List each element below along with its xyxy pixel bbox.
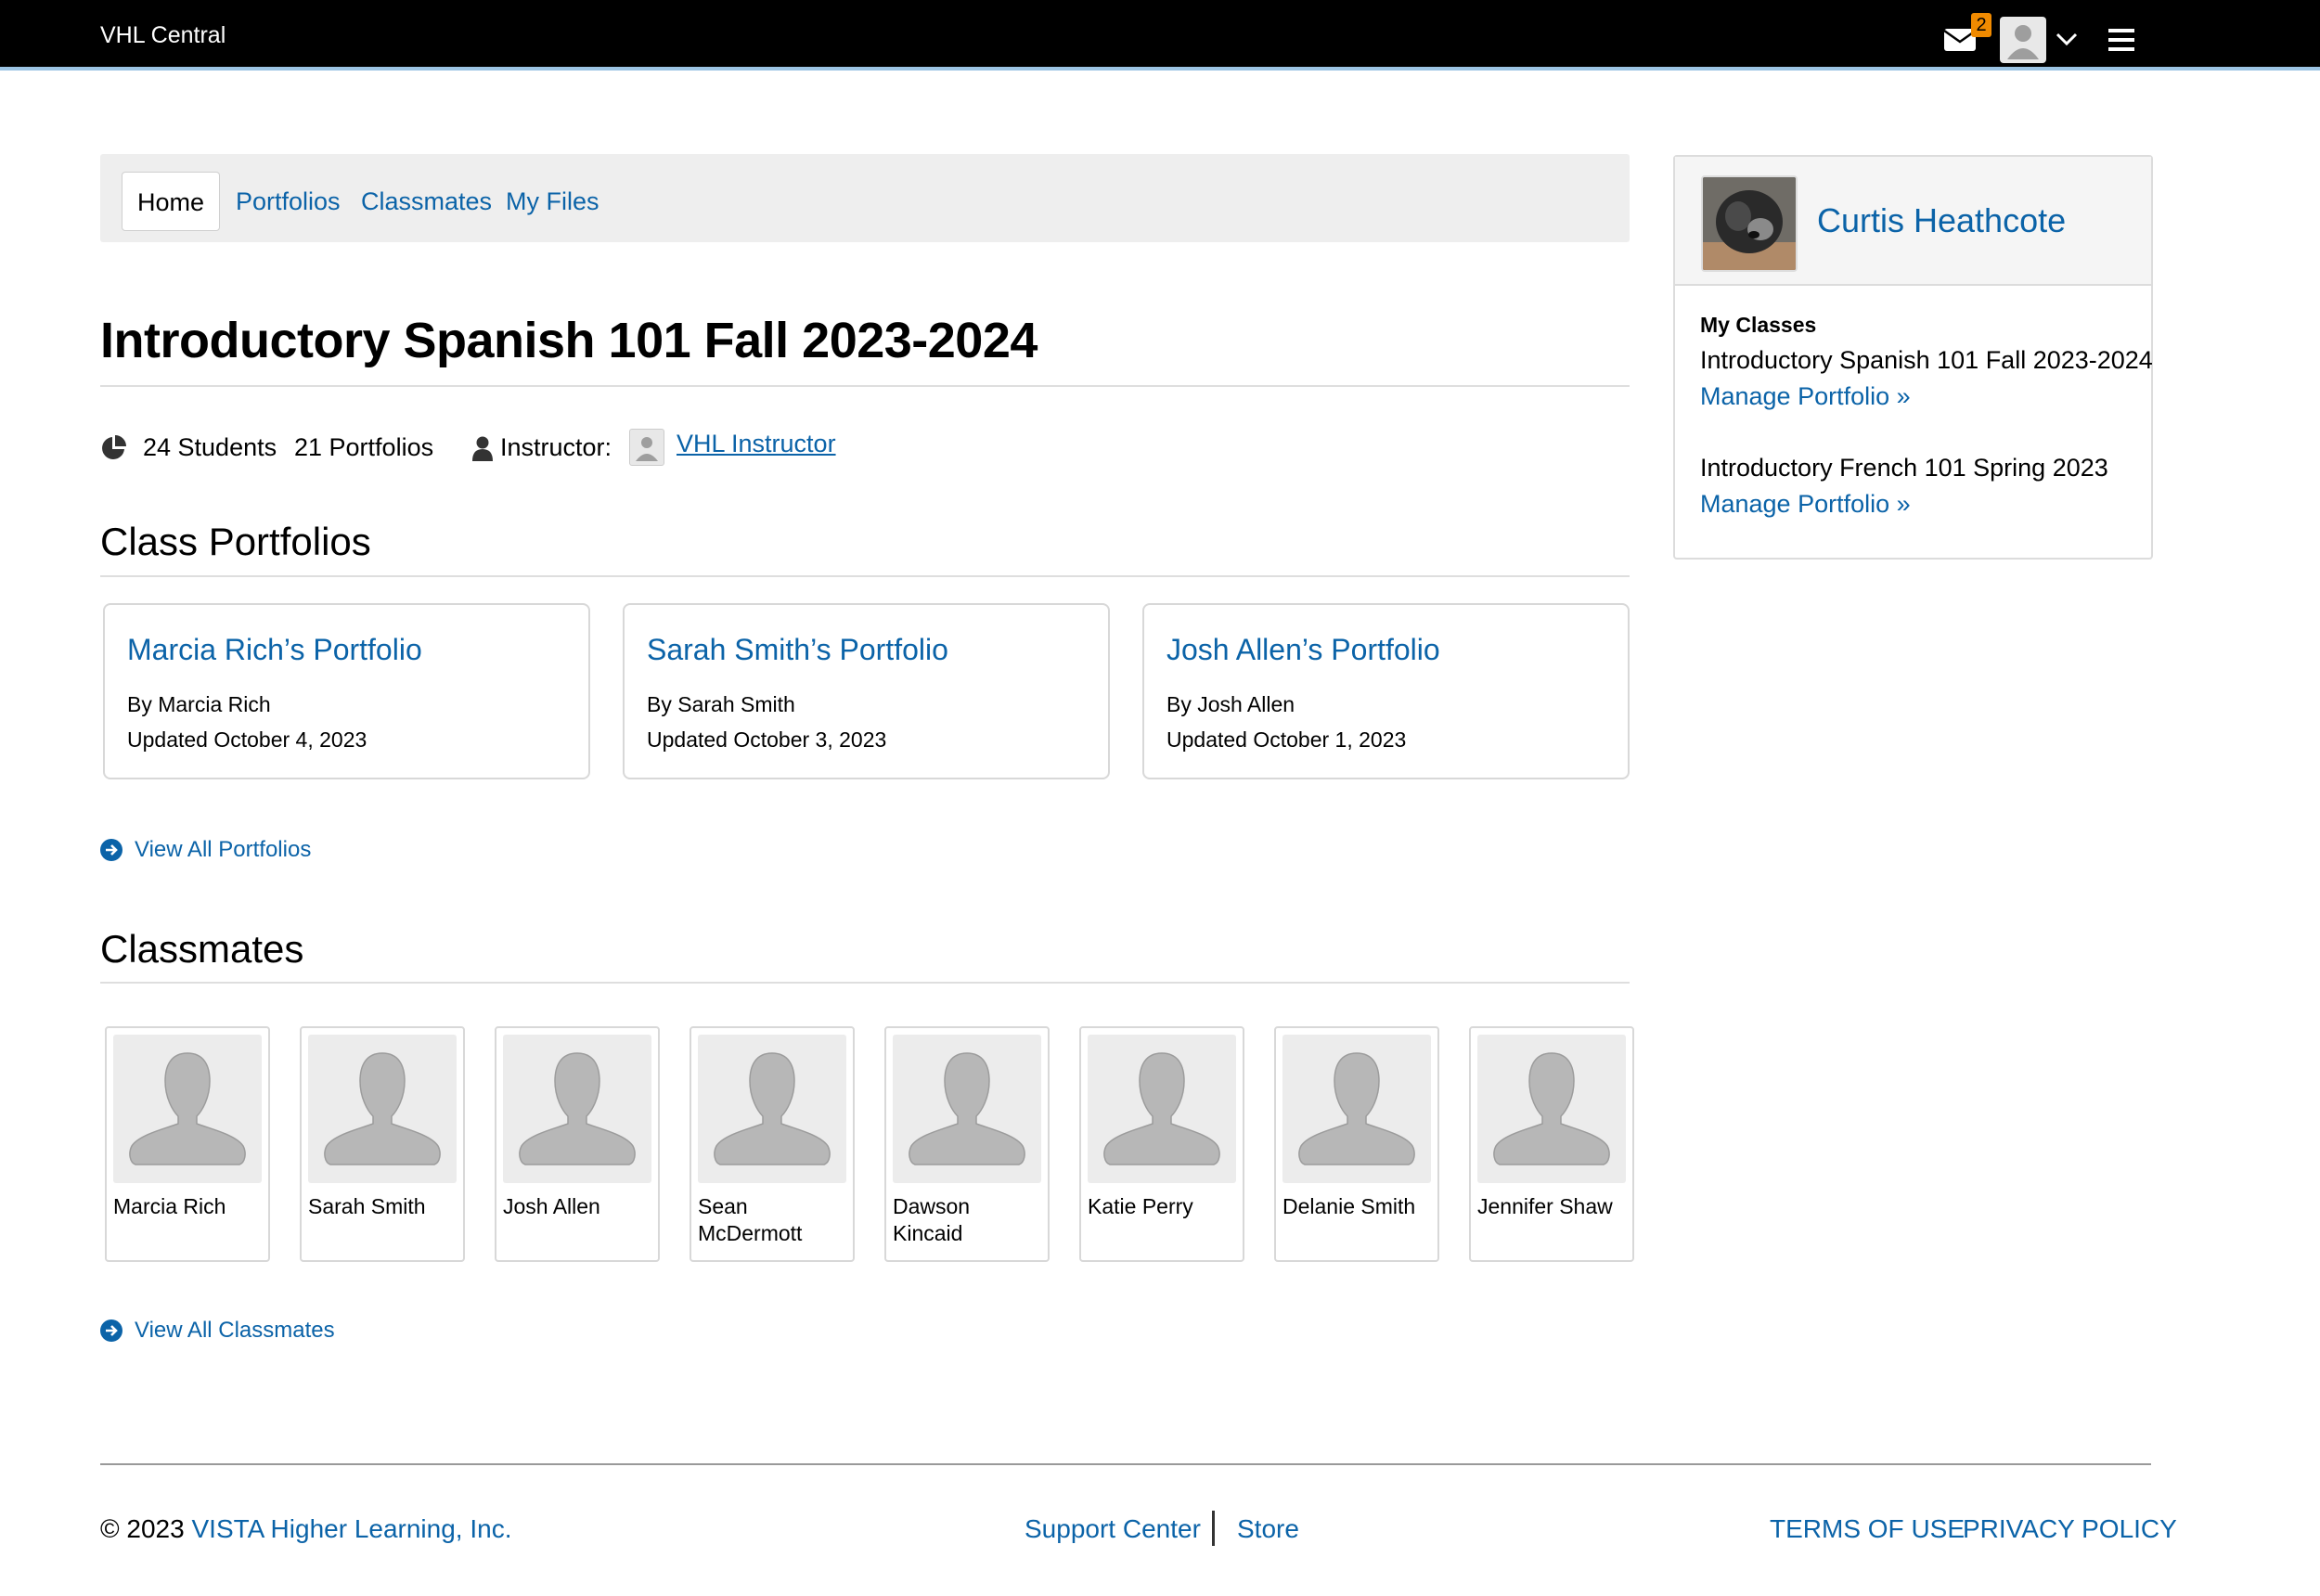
title-divider bbox=[100, 385, 1630, 387]
profile-photo[interactable] bbox=[1701, 175, 1798, 272]
tab-home[interactable]: Home bbox=[122, 172, 221, 231]
user-avatar[interactable] bbox=[2000, 17, 2046, 63]
chevron-down-icon[interactable] bbox=[2055, 30, 2079, 48]
avatar-placeholder-icon bbox=[1282, 1035, 1431, 1183]
section-tabs: Home Portfolios Classmates My Files bbox=[100, 154, 1630, 242]
classmate-name[interactable]: Marcia Rich bbox=[113, 1193, 262, 1220]
profile-header: Curtis Heathcote bbox=[1675, 157, 2151, 286]
avatar-placeholder-icon bbox=[893, 1035, 1041, 1183]
profile-name-link[interactable]: Curtis Heathcote bbox=[1817, 201, 2066, 240]
avatar-placeholder-icon bbox=[113, 1035, 262, 1183]
tab-portfolios[interactable]: Portfolios bbox=[236, 172, 341, 231]
support-center-link[interactable]: Support Center bbox=[1025, 1514, 1201, 1544]
portfolio-updated: Updated October 1, 2023 bbox=[1166, 727, 1407, 752]
view-all-classmates-label: View All Classmates bbox=[135, 1318, 335, 1343]
avatar-placeholder-icon bbox=[698, 1035, 846, 1183]
class-name: Introductory French 101 Spring 2023 bbox=[1700, 454, 2108, 482]
profile-sidebar: Curtis Heathcote My Classes Introductory… bbox=[1673, 155, 2153, 560]
manage-portfolio-link[interactable]: Manage Portfolio » bbox=[1700, 490, 1911, 519]
avatar-placeholder-icon bbox=[503, 1035, 651, 1183]
portfolio-author: By Josh Allen bbox=[1166, 692, 1295, 716]
portfolio-updated: Updated October 3, 2023 bbox=[647, 727, 887, 752]
mail-count-badge: 2 bbox=[1971, 13, 1991, 37]
portfolio-card[interactable]: Marcia Rich’s Portfolio By Marcia Rich U… bbox=[103, 603, 590, 779]
view-all-portfolios-label: View All Portfolios bbox=[135, 837, 312, 862]
portfolio-card[interactable]: Josh Allen’s Portfolio By Josh Allen Upd… bbox=[1142, 603, 1630, 779]
classmate-name[interactable]: Sarah Smith bbox=[308, 1193, 457, 1220]
students-count: 24 Students bbox=[143, 433, 277, 461]
portfolio-updated: Updated October 4, 2023 bbox=[127, 727, 367, 752]
classmate-card[interactable]: Delanie Smith bbox=[1274, 1026, 1439, 1262]
avatar-placeholder-icon bbox=[1477, 1035, 1626, 1183]
portfolio-title[interactable]: Marcia Rich’s Portfolio bbox=[127, 633, 422, 667]
classmate-name[interactable]: Josh Allen bbox=[503, 1193, 651, 1220]
tab-my-files[interactable]: My Files bbox=[506, 172, 599, 231]
classmate-name[interactable]: Sean McDermott bbox=[698, 1193, 846, 1247]
portfolios-heading: Class Portfolios bbox=[100, 520, 371, 563]
portfolio-author: By Marcia Rich bbox=[127, 692, 271, 716]
classmates-heading: Classmates bbox=[100, 927, 304, 971]
terms-of-use-link[interactable]: TERMS OF USE bbox=[1770, 1514, 1965, 1544]
avatar-placeholder-icon bbox=[1088, 1035, 1236, 1183]
portfolio-card[interactable]: Sarah Smith’s Portfolio By Sarah Smith U… bbox=[623, 603, 1110, 779]
classmate-name[interactable]: Delanie Smith bbox=[1282, 1193, 1431, 1220]
instructor-label: Instructor: bbox=[500, 433, 612, 461]
classmate-name[interactable]: Katie Perry bbox=[1088, 1193, 1236, 1220]
top-navbar: VHL Central 2 bbox=[0, 0, 2320, 71]
classmate-card[interactable]: Josh Allen bbox=[495, 1026, 660, 1262]
classmate-name[interactable]: Dawson Kincaid bbox=[893, 1193, 1041, 1247]
privacy-policy-link[interactable]: PRIVACY POLICY bbox=[1963, 1514, 2177, 1544]
classmate-name[interactable]: Jennifer Shaw bbox=[1477, 1193, 1626, 1220]
pie-chart-icon bbox=[100, 434, 126, 471]
page-title: Introductory Spanish 101 Fall 2023-2024 bbox=[100, 313, 1038, 368]
classmate-card[interactable]: Katie Perry bbox=[1079, 1026, 1244, 1262]
classmate-card[interactable]: Jennifer Shaw bbox=[1469, 1026, 1634, 1262]
copyright: © 2023 VISTA Higher Learning, Inc. bbox=[100, 1514, 511, 1544]
arrow-circle-right-icon bbox=[100, 839, 122, 861]
arrow-circle-right-icon bbox=[100, 1319, 122, 1342]
tab-classmates[interactable]: Classmates bbox=[361, 172, 492, 231]
menu-icon[interactable] bbox=[2107, 26, 2136, 54]
classmates-divider bbox=[100, 982, 1630, 984]
portfolio-title[interactable]: Josh Allen’s Portfolio bbox=[1166, 633, 1440, 667]
classmate-card[interactable]: Dawson Kincaid bbox=[884, 1026, 1050, 1262]
manage-portfolio-link[interactable]: Manage Portfolio » bbox=[1700, 382, 1911, 411]
my-classes-label: My Classes bbox=[1700, 313, 1817, 337]
class-name: Introductory Spanish 101 Fall 2023-2024 bbox=[1700, 346, 2153, 374]
avatar-placeholder-icon bbox=[308, 1035, 457, 1183]
portfolios-divider bbox=[100, 575, 1630, 577]
instructor-link[interactable]: VHL Instructor bbox=[677, 425, 836, 462]
classmate-card[interactable]: Sean McDermott bbox=[690, 1026, 855, 1262]
portfolio-author: By Sarah Smith bbox=[647, 692, 795, 716]
copyright-text: © 2023 bbox=[100, 1514, 185, 1543]
company-link[interactable]: VISTA Higher Learning, Inc. bbox=[191, 1514, 511, 1543]
footer-divider bbox=[100, 1463, 2151, 1465]
classmate-card[interactable]: Sarah Smith bbox=[300, 1026, 465, 1262]
brand-name[interactable]: VHL Central bbox=[100, 22, 226, 49]
portfolios-count: 21 Portfolios bbox=[294, 433, 434, 461]
classmate-card[interactable]: Marcia Rich bbox=[105, 1026, 270, 1262]
portfolio-title[interactable]: Sarah Smith’s Portfolio bbox=[647, 633, 948, 667]
footer-separator bbox=[1212, 1511, 1215, 1546]
person-icon bbox=[471, 434, 494, 471]
instructor-avatar bbox=[629, 429, 664, 466]
store-link[interactable]: Store bbox=[1237, 1514, 1299, 1544]
